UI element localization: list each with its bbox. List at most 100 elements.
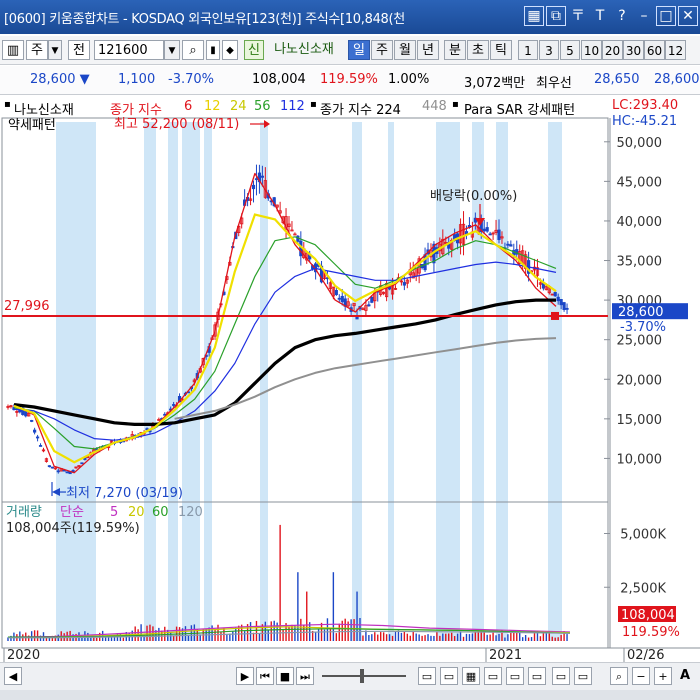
list-icon[interactable]: ▮	[206, 40, 220, 60]
candle-body	[497, 229, 501, 241]
shade-band	[388, 122, 394, 641]
zoom-out-icon[interactable]: −	[632, 667, 650, 685]
auto-icon[interactable]: A	[676, 667, 694, 685]
price-change-pct: -3.70%	[168, 72, 214, 87]
current-price: 28,600 ▼	[30, 72, 90, 87]
candle-body	[337, 297, 341, 300]
price-tag-label: 28,600	[618, 305, 664, 320]
tool3-icon[interactable]: ▦	[462, 667, 480, 685]
price-chart[interactable]: 50,00045,00040,00035,00030,00025,00020,0…	[0, 96, 700, 662]
candle-body	[485, 227, 489, 232]
stop-icon[interactable]: ■	[276, 667, 294, 685]
tab-period-0[interactable]: 일	[348, 40, 370, 60]
y-tick-label: 35,000	[617, 255, 663, 270]
legend-sar: Para SAR 강세패턴	[464, 103, 576, 118]
candle-body	[556, 296, 560, 302]
new-badge: 신	[244, 40, 264, 60]
candle-body	[402, 282, 406, 286]
tab-period-1[interactable]: 주	[371, 40, 393, 60]
volume-legend-value: 108,004주(119.59%)	[6, 521, 140, 536]
code-dropdown-icon[interactable]: ▼	[164, 40, 180, 60]
candle-body	[254, 178, 259, 181]
candle-body	[509, 244, 513, 247]
shade-band	[168, 122, 178, 641]
tab-period-2[interactable]: 월	[394, 40, 416, 60]
hline-label: 27,996	[4, 299, 50, 314]
shade-band	[144, 122, 156, 641]
tool2-icon[interactable]: ▭	[440, 667, 458, 685]
lc-value: LC:293.40	[612, 98, 679, 113]
tool4-icon[interactable]: ▭	[484, 667, 502, 685]
candle-body	[47, 465, 52, 468]
tab-interval-0[interactable]: 1	[518, 40, 538, 60]
tab-period-5[interactable]: 초	[467, 40, 489, 60]
maximize-icon[interactable]: □	[656, 6, 676, 26]
tab-period-4[interactable]: 분	[444, 40, 466, 60]
volume-ratio: 119.59%	[320, 72, 378, 87]
first-icon[interactable]: ⏮	[256, 667, 274, 685]
scroll-right-icon[interactable]: ▶	[236, 667, 254, 685]
x-tick-label: 2020	[7, 648, 40, 662]
scroll-left-icon[interactable]: ◀	[4, 667, 22, 685]
volume-legend-5: 120	[178, 505, 203, 520]
font-icon[interactable]: T	[590, 6, 610, 26]
candle-body	[506, 243, 510, 246]
amount-value: 3,072백만	[464, 76, 526, 91]
price-tag-pct: -3.70%	[620, 320, 666, 335]
tab-period-6[interactable]: 틱	[490, 40, 512, 60]
tool6-icon[interactable]: ▭	[528, 667, 546, 685]
search-icon[interactable]: ⌕	[182, 40, 204, 60]
rate-value: 1.00%	[388, 72, 430, 87]
code-input[interactable]: 121600	[94, 40, 164, 60]
y-tick-label: 15,000	[617, 413, 663, 428]
tool8-icon[interactable]: ▭	[574, 667, 592, 685]
y-tick-label: 10,000	[617, 452, 663, 467]
candle-body	[38, 445, 43, 447]
tab-interval-6[interactable]: 60	[644, 40, 665, 60]
tool7-icon[interactable]: ▭	[552, 667, 570, 685]
vol-tick-label: 5,000K	[620, 528, 666, 543]
shade-band	[56, 122, 96, 641]
zoom-slider-handle[interactable]	[360, 669, 364, 683]
candle-body	[65, 471, 69, 474]
legend-ma112: 112	[280, 99, 305, 114]
tab-interval-4[interactable]: 20	[602, 40, 623, 60]
volume-value: 108,004	[252, 72, 306, 87]
dividend-label: 배당락(0.00%)	[430, 189, 517, 204]
shade-band	[182, 122, 200, 641]
x-tick-label: 02/26	[627, 648, 664, 662]
legend-weak-pattern: 약세패턴	[8, 118, 56, 133]
zoom-in-icon[interactable]: +	[654, 667, 672, 685]
help-icon[interactable]: ?	[612, 6, 632, 26]
tab-interval-1[interactable]: 3	[539, 40, 559, 60]
zoom-slider[interactable]	[322, 675, 406, 677]
legend-ma12: 12	[204, 99, 221, 114]
price-change: 1,100	[118, 72, 156, 87]
copy-icon[interactable]: ⧉	[546, 6, 566, 26]
tab-interval-3[interactable]: 10	[581, 40, 602, 60]
tab-interval-7[interactable]: 12	[665, 40, 686, 60]
legend-marker2-icon: ▪	[310, 99, 317, 110]
candle-body	[56, 470, 60, 473]
candle-body	[172, 404, 176, 406]
kind-dropdown-icon[interactable]: ▼	[48, 40, 62, 60]
close-icon[interactable]: ✕	[678, 6, 698, 26]
grid-icon[interactable]: ▦	[524, 6, 544, 26]
tool1-icon[interactable]: ▭	[418, 667, 436, 685]
settings-icon[interactable]: ◆	[222, 40, 238, 60]
tab-period-3[interactable]: 년	[417, 40, 439, 60]
y-tick-label: 45,000	[617, 175, 663, 190]
tab-interval-5[interactable]: 30	[623, 40, 644, 60]
low-label: 최저 7,270 (03/19)	[66, 486, 183, 501]
last-icon[interactable]: ⏭	[296, 667, 314, 685]
legend-ma24: 24	[230, 99, 247, 114]
kind-select[interactable]: 주	[26, 40, 48, 60]
tab-interval-2[interactable]: 5	[560, 40, 580, 60]
minimize-icon[interactable]: –	[634, 6, 654, 26]
prev-button[interactable]: 전	[68, 40, 90, 60]
tool5-icon[interactable]: ▭	[506, 667, 524, 685]
menu-icon[interactable]: ▥	[2, 40, 24, 60]
zoom-search-icon[interactable]: ⌕	[610, 667, 628, 685]
candle-body	[30, 420, 34, 422]
pin-icon[interactable]: 〒	[568, 6, 588, 26]
